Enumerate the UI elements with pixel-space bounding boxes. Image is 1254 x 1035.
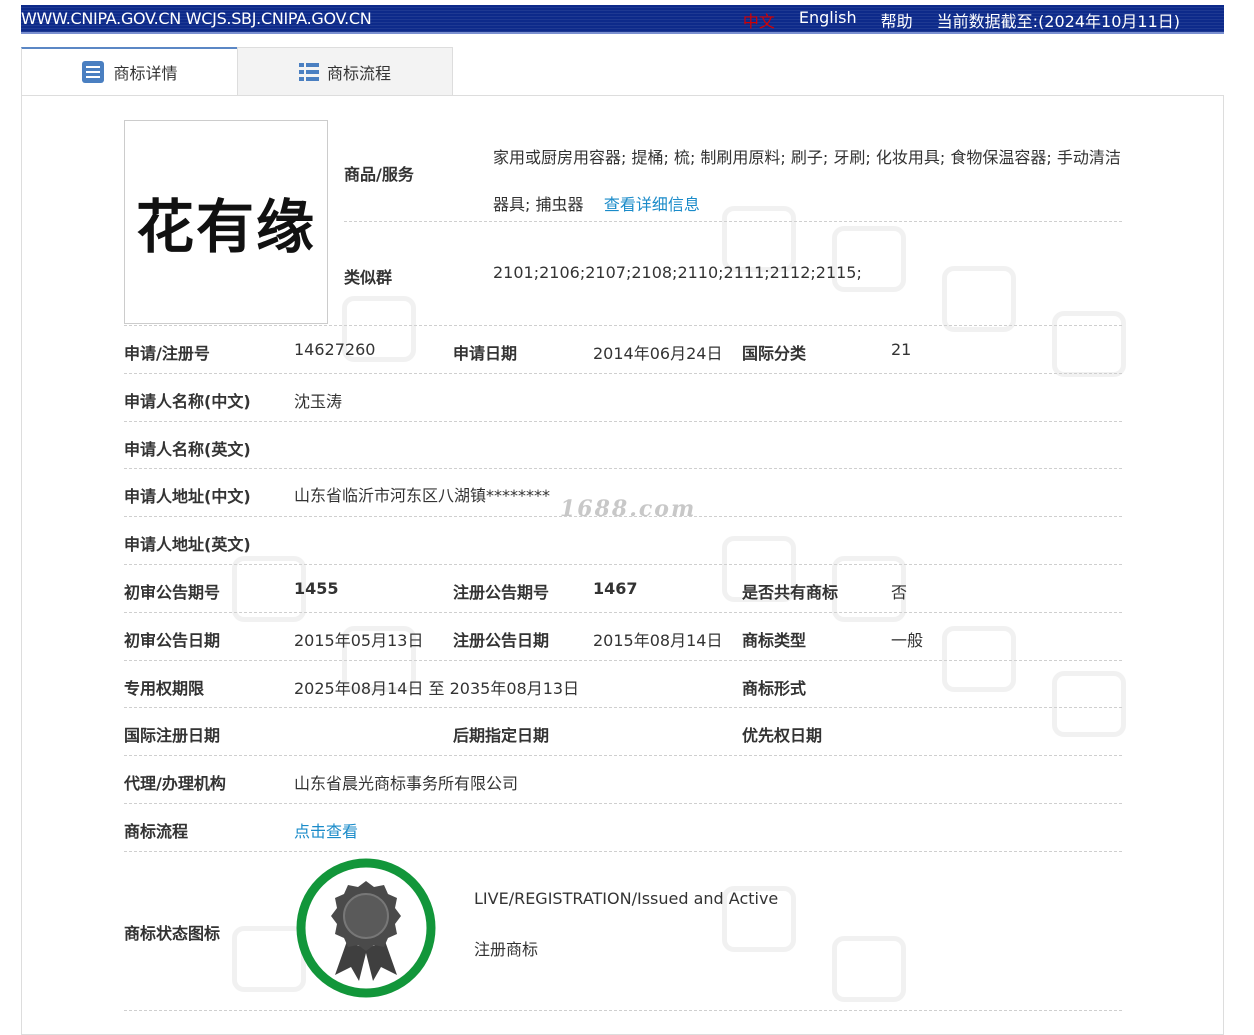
tab-trademark-detail[interactable]: 商标详情: [21, 47, 237, 95]
address-en-label: 申请人地址(英文): [124, 535, 251, 554]
watermark-logo: [832, 936, 906, 1002]
tm-type-value: 一般: [891, 631, 924, 650]
watermark-logo: [942, 626, 1016, 692]
divider: [124, 564, 1122, 565]
data-date-text: 当前数据截至:(2024年10月11日): [936, 12, 1180, 31]
divider: [124, 1010, 1122, 1011]
header-links: 中文 English 帮助 当前数据截至:(2024年10月11日): [743, 8, 1180, 32]
prelim-no-value: 1455: [294, 579, 339, 598]
divider: [124, 755, 1122, 756]
lang-chinese-link[interactable]: 中文: [743, 8, 775, 32]
agent-value: 山东省晨光商标事务所有限公司: [294, 774, 519, 793]
divider: [124, 612, 1122, 613]
divider: [124, 660, 1122, 661]
tm-form-label: 商标形式: [742, 679, 807, 698]
registration-badge-icon: [295, 857, 437, 1003]
tab-label: 商标详情: [113, 64, 178, 83]
later-date-label: 后期指定日期: [453, 726, 550, 745]
intl-class-label: 国际分类: [742, 344, 807, 363]
applicant-cn-value: 沈玉涛: [294, 392, 343, 411]
reg-no-value: 14627260: [294, 340, 376, 359]
divider: [124, 373, 1122, 374]
divider: [124, 707, 1122, 708]
similar-group-value: 2101;2106;2107;2108;2110;2111;2112;2115;: [493, 263, 862, 282]
trademark-logo-text: 花有缘: [135, 193, 316, 261]
divider: [124, 516, 1122, 517]
divider: [124, 468, 1122, 469]
reg-no-label: 申请/注册号: [124, 344, 210, 363]
status-icon-label: 商标状态图标: [124, 924, 221, 943]
reg-pub-date-label: 注册公告日期: [453, 631, 550, 650]
shared-value: 否: [891, 583, 908, 602]
applicant-cn-label: 申请人名称(中文): [124, 392, 251, 411]
prelim-no-label: 初审公告期号: [124, 583, 221, 602]
similar-group-label: 类似群: [344, 268, 393, 287]
reg-pub-no-label: 注册公告期号: [453, 583, 550, 602]
document-list-icon: [81, 60, 105, 84]
trademark-image: 花有缘: [124, 120, 328, 324]
goods-text: 家用或厨房用容器; 提桶; 梳; 制刷用原料; 刷子; 牙刷; 化妆用具; 食物…: [493, 148, 1121, 214]
site-domains: WWW.CNIPA.GOV.CN WCJS.SBJ.CNIPA.GOV.CN: [21, 9, 372, 28]
help-link[interactable]: 帮助: [881, 8, 913, 32]
tab-label: 商标流程: [326, 63, 391, 83]
applicant-en-label: 申请人名称(英文): [124, 440, 251, 459]
intl-reg-date-label: 国际注册日期: [124, 726, 221, 745]
watermark-logo: [1052, 311, 1126, 377]
view-flow-link[interactable]: 点击查看: [294, 818, 358, 842]
prelim-date-value: 2015年05月13日: [294, 631, 424, 650]
divider: [124, 851, 1122, 852]
lang-english-link[interactable]: English: [799, 8, 857, 32]
view-details-link[interactable]: 查看详细信息: [604, 195, 700, 214]
goods-label: 商品/服务: [344, 165, 414, 184]
intl-class-value: 21: [891, 340, 912, 359]
app-date-label: 申请日期: [453, 344, 518, 363]
goods-value: 家用或厨房用容器; 提桶; 梳; 制刷用原料; 刷子; 牙刷; 化妆用具; 食物…: [493, 134, 1123, 228]
top-banner: WWW.CNIPA.GOV.CN WCJS.SBJ.CNIPA.GOV.CN 中…: [21, 5, 1224, 34]
watermark-logo: [942, 266, 1016, 332]
list-icon: [298, 62, 319, 81]
address-cn-value: 山东省临沂市河东区八湖镇********: [294, 486, 551, 505]
divider: [124, 325, 1122, 326]
status-en-text: LIVE/REGISTRATION/Issued and Active: [474, 889, 779, 908]
divider: [124, 803, 1122, 804]
app-date-value: 2014年06月24日: [593, 344, 723, 363]
divider: [344, 221, 1122, 222]
exclusive-value: 2025年08月14日 至 2035年08月13日: [294, 679, 580, 698]
shared-label: 是否共有商标: [742, 583, 839, 602]
tm-type-label: 商标类型: [742, 631, 807, 650]
site-watermark: 1688.com: [560, 496, 697, 522]
watermark-logo: [832, 226, 906, 292]
reg-pub-date-value: 2015年08月14日: [593, 631, 723, 650]
tab-trademark-flow[interactable]: 商标流程: [237, 47, 453, 95]
status-cn-text: 注册商标: [474, 940, 539, 959]
address-cn-label: 申请人地址(中文): [124, 487, 251, 506]
reg-pub-no-value: 1467: [593, 579, 638, 598]
divider: [124, 421, 1122, 422]
watermark-logo: [1052, 671, 1126, 737]
exclusive-label: 专用权期限: [124, 679, 205, 698]
priority-date-label: 优先权日期: [742, 726, 823, 745]
prelim-date-label: 初审公告日期: [124, 631, 221, 650]
agent-label: 代理/办理机构: [124, 774, 226, 793]
flow-label: 商标流程: [124, 822, 189, 841]
